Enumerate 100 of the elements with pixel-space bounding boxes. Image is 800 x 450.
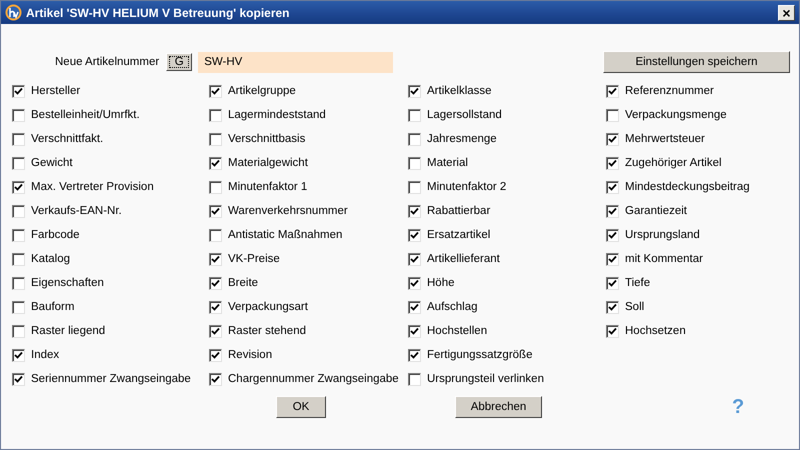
- checkbox[interactable]: [606, 84, 619, 98]
- checkbox[interactable]: [408, 204, 421, 218]
- checkbox-label[interactable]: Hochstellen: [427, 325, 488, 337]
- checkbox[interactable]: [209, 276, 222, 290]
- checkbox-label[interactable]: Ursprungsland: [625, 229, 700, 241]
- close-button[interactable]: ×: [778, 4, 795, 20]
- checkbox-label[interactable]: Hersteller: [31, 85, 80, 97]
- checkbox-label[interactable]: Ersatzartikel: [427, 229, 490, 241]
- checkbox[interactable]: [408, 372, 421, 386]
- checkbox[interactable]: [606, 252, 619, 266]
- checkbox-label[interactable]: Warenverkehrsnummer: [228, 205, 348, 217]
- checkbox-label[interactable]: Materialgewicht: [228, 157, 308, 169]
- checkbox-label[interactable]: Verschnittbasis: [228, 133, 306, 145]
- checkbox[interactable]: [209, 156, 222, 170]
- checkbox[interactable]: [209, 252, 222, 266]
- checkbox[interactable]: [209, 180, 222, 194]
- checkbox-label[interactable]: Max. Vertreter Provision: [31, 181, 154, 193]
- checkbox-label[interactable]: Raster stehend: [228, 325, 306, 337]
- checkbox[interactable]: [12, 228, 25, 242]
- checkbox[interactable]: [408, 84, 421, 98]
- checkbox-label[interactable]: Soll: [625, 301, 644, 313]
- checkbox[interactable]: [606, 324, 619, 338]
- checkbox-label[interactable]: Gewicht: [31, 157, 73, 169]
- generate-button[interactable]: G: [166, 53, 192, 71]
- checkbox[interactable]: [209, 324, 222, 338]
- checkbox[interactable]: [12, 348, 25, 362]
- checkbox-label[interactable]: Lagermindeststand: [228, 109, 326, 121]
- checkbox-label[interactable]: Artikellieferant: [427, 253, 500, 265]
- checkbox[interactable]: [209, 228, 222, 242]
- checkbox-label[interactable]: Zugehöriger Artikel: [625, 157, 722, 169]
- checkbox-label[interactable]: Eigenschaften: [31, 277, 104, 289]
- checkbox[interactable]: [12, 204, 25, 218]
- article-number-field[interactable]: SW-HV: [198, 52, 394, 72]
- checkbox[interactable]: [12, 324, 25, 338]
- checkbox[interactable]: [606, 204, 619, 218]
- checkbox[interactable]: [606, 132, 619, 146]
- checkbox[interactable]: [408, 132, 421, 146]
- checkbox-label[interactable]: VK-Preise: [228, 253, 280, 265]
- checkbox-label[interactable]: Artikelklasse: [427, 85, 492, 97]
- checkbox-label[interactable]: Jahresmenge: [427, 133, 497, 145]
- checkbox[interactable]: [12, 252, 25, 266]
- checkbox[interactable]: [12, 276, 25, 290]
- checkbox-label[interactable]: Antistatic Maßnahmen: [228, 229, 342, 241]
- checkbox[interactable]: [12, 180, 25, 194]
- checkbox[interactable]: [606, 108, 619, 122]
- checkbox[interactable]: [606, 156, 619, 170]
- checkbox-label[interactable]: Revision: [228, 349, 272, 361]
- checkbox-label[interactable]: Hochsetzen: [625, 325, 686, 337]
- checkbox[interactable]: [12, 156, 25, 170]
- checkbox[interactable]: [408, 180, 421, 194]
- checkbox[interactable]: [408, 348, 421, 362]
- checkbox[interactable]: [408, 324, 421, 338]
- checkbox-label[interactable]: mit Kommentar: [625, 253, 703, 265]
- checkbox-label[interactable]: Fertigungssatzgröße: [427, 349, 532, 361]
- checkbox[interactable]: [209, 84, 222, 98]
- checkbox[interactable]: [12, 108, 25, 122]
- checkbox[interactable]: [209, 372, 222, 386]
- checkbox[interactable]: [408, 300, 421, 314]
- checkbox[interactable]: [408, 228, 421, 242]
- checkbox[interactable]: [408, 276, 421, 290]
- checkbox-label[interactable]: Katalog: [31, 253, 70, 265]
- save-settings-button[interactable]: Einstellungen speichern: [603, 51, 790, 73]
- checkbox-label[interactable]: Raster liegend: [31, 325, 106, 337]
- checkbox[interactable]: [12, 372, 25, 386]
- checkbox-label[interactable]: Rabattierbar: [427, 205, 490, 217]
- checkbox-label[interactable]: Lagersollstand: [427, 109, 502, 121]
- checkbox[interactable]: [209, 204, 222, 218]
- checkbox-label[interactable]: Aufschlag: [427, 301, 478, 313]
- checkbox[interactable]: [209, 348, 222, 362]
- checkbox[interactable]: [408, 156, 421, 170]
- checkbox-label[interactable]: Chargennummer Zwangseingabe: [228, 373, 399, 385]
- checkbox[interactable]: [606, 228, 619, 242]
- checkbox-label[interactable]: Seriennummer Zwangseingabe: [31, 373, 191, 385]
- checkbox-label[interactable]: Verpackungsmenge: [625, 109, 727, 121]
- checkbox[interactable]: [408, 252, 421, 266]
- checkbox[interactable]: [209, 300, 222, 314]
- checkbox-label[interactable]: Tiefe: [625, 277, 650, 289]
- checkbox[interactable]: [12, 300, 25, 314]
- checkbox-label[interactable]: Verkaufs-EAN-Nr.: [31, 205, 122, 217]
- checkbox-label[interactable]: Bauform: [31, 301, 74, 313]
- checkbox-label[interactable]: Minutenfaktor 1: [228, 181, 308, 193]
- checkbox-label[interactable]: Bestelleinheit/Umrfkt.: [31, 109, 140, 121]
- checkbox-label[interactable]: Höhe: [427, 277, 454, 289]
- ok-button[interactable]: OK: [276, 396, 326, 418]
- checkbox-label[interactable]: Material: [427, 157, 468, 169]
- checkbox-label[interactable]: Farbcode: [31, 229, 80, 241]
- checkbox[interactable]: [408, 108, 421, 122]
- checkbox-label[interactable]: Minutenfaktor 2: [427, 181, 506, 193]
- checkbox-label[interactable]: Referenznummer: [625, 85, 714, 97]
- checkbox[interactable]: [12, 84, 25, 98]
- checkbox[interactable]: [209, 132, 222, 146]
- checkbox[interactable]: [606, 276, 619, 290]
- checkbox-label[interactable]: Mehrwertsteuer: [625, 133, 705, 145]
- checkbox-label[interactable]: Verpackungsart: [228, 301, 308, 313]
- checkbox[interactable]: [12, 132, 25, 146]
- checkbox-label[interactable]: Mindestdeckungsbeitrag: [625, 181, 750, 193]
- checkbox[interactable]: [606, 300, 619, 314]
- cancel-button[interactable]: Abbrechen: [455, 396, 542, 418]
- checkbox-label[interactable]: Breite: [228, 277, 258, 289]
- checkbox-label[interactable]: Artikelgruppe: [228, 85, 296, 97]
